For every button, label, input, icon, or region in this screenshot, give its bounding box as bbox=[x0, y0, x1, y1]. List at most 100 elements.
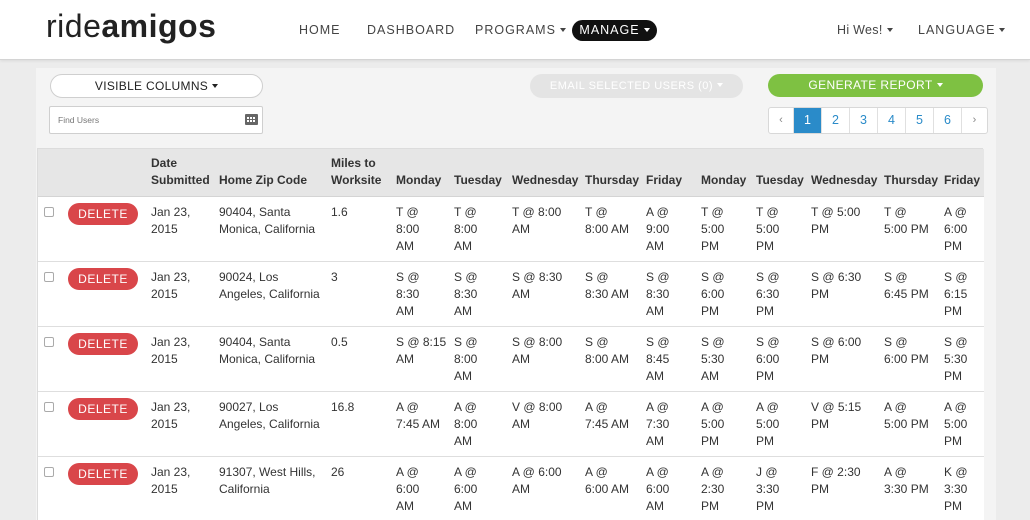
table-cell-line: 90404, Santa bbox=[219, 205, 291, 219]
table-cell-line: 6:45 PM bbox=[884, 287, 929, 301]
table-cell-line: 3 bbox=[331, 270, 338, 284]
column-header[interactable]: Wednesday bbox=[811, 155, 877, 189]
column-header[interactable]: Monday bbox=[701, 155, 746, 189]
generate-report-label: GENERATE REPORT bbox=[808, 78, 933, 92]
table-cell-line: AM bbox=[646, 304, 664, 318]
table-cell-line: Jan 23, bbox=[151, 335, 191, 349]
email-selected-users-button[interactable]: EMAIL SELECTED USERS (0) bbox=[530, 74, 743, 98]
email-selected-label: EMAIL SELECTED USERS (0) bbox=[549, 80, 714, 92]
row-select-checkbox[interactable] bbox=[44, 207, 54, 217]
row-select-checkbox[interactable] bbox=[44, 272, 54, 282]
table-cell-line: California bbox=[219, 482, 270, 496]
column-header[interactable]: Date Submitted bbox=[151, 155, 210, 189]
table-row: DELETE Jan 23, 2015 90024, Los Angeles, Cali… bbox=[38, 262, 984, 327]
table-cell-line: S @ bbox=[646, 270, 670, 284]
delete-button[interactable]: DELETE bbox=[68, 463, 138, 485]
table-cell: F @ 2:30 PM bbox=[811, 464, 861, 498]
table-cell: S @ 8:30 AM bbox=[585, 269, 629, 303]
pagination-page-5[interactable]: 5 bbox=[906, 108, 934, 133]
table-cell-line: 8:00 AM bbox=[585, 222, 630, 236]
table-cell-line: PM bbox=[756, 434, 774, 448]
table-cell-line: PM bbox=[944, 434, 962, 448]
column-header[interactable]: Friday bbox=[944, 155, 980, 189]
pagination-page-4[interactable]: 4 bbox=[878, 108, 906, 133]
table-cell-line: 90024, Los bbox=[219, 270, 279, 284]
table-cell-line: 6:30 bbox=[756, 287, 780, 301]
nav-programs[interactable]: PROGRAMS bbox=[475, 23, 566, 37]
delete-button[interactable]: DELETE bbox=[68, 333, 138, 355]
table-cell-line: V @ 8:00 bbox=[512, 400, 563, 414]
column-header-line: Friday bbox=[646, 173, 683, 187]
column-header-line: Date bbox=[151, 156, 178, 170]
column-header[interactable]: Friday bbox=[646, 155, 682, 189]
table-cell-line: 2:30 bbox=[701, 482, 725, 496]
table-cell: A @ 2:30 PM bbox=[701, 464, 724, 515]
column-header[interactable]: Tuesday bbox=[454, 155, 502, 189]
column-header[interactable]: Monday bbox=[396, 155, 441, 189]
table-cell-line: AM bbox=[454, 499, 472, 513]
table-cell-line: Jan 23, bbox=[151, 400, 191, 414]
find-users-field[interactable] bbox=[49, 106, 263, 134]
delete-button[interactable]: DELETE bbox=[68, 268, 138, 290]
nav-manage[interactable]: MANAGE bbox=[572, 20, 657, 41]
row-select-checkbox[interactable] bbox=[44, 337, 54, 347]
table-cell-line: 5:00 bbox=[701, 222, 725, 236]
pagination-prev[interactable]: ‹ bbox=[769, 108, 794, 133]
table-cell-line: 0.5 bbox=[331, 335, 348, 349]
table-cell-line: AM bbox=[454, 434, 472, 448]
nav-home[interactable]: HOME bbox=[299, 23, 341, 37]
rideamigos-logo[interactable]: rideamigos bbox=[46, 8, 216, 45]
table-cell: T @ 8:00 AM bbox=[454, 204, 477, 255]
row-select-checkbox[interactable] bbox=[44, 402, 54, 412]
column-header-line: Wednesday bbox=[512, 173, 579, 187]
delete-button[interactable]: DELETE bbox=[68, 203, 138, 225]
pagination-page-6[interactable]: 6 bbox=[934, 108, 962, 133]
table-cell: V @ 8:00 AM bbox=[512, 399, 562, 433]
column-header[interactable]: Home Zip Code bbox=[219, 155, 307, 189]
table-cell: S @ 8:30 AM bbox=[646, 269, 670, 320]
column-header-line: Thursday bbox=[585, 173, 640, 187]
table-cell: 90027, Los Angeles, California bbox=[219, 399, 320, 433]
column-header[interactable]: Thursday bbox=[884, 155, 938, 189]
table-cell-line: AM bbox=[646, 239, 664, 253]
keyboard-icon[interactable] bbox=[245, 114, 258, 125]
table-cell: A @ 3:30 PM bbox=[884, 464, 929, 498]
row-select-checkbox[interactable] bbox=[44, 467, 54, 477]
column-header[interactable]: Wednesday bbox=[512, 155, 578, 189]
pagination-page-1[interactable]: 1 bbox=[794, 108, 822, 133]
language-menu[interactable]: LANGUAGE bbox=[918, 23, 1006, 37]
table-cell-line: 8:45 bbox=[646, 352, 670, 366]
table-cell-line: S @ 6:00 bbox=[811, 335, 862, 349]
column-header-line: Miles to bbox=[331, 156, 376, 170]
table-cell-line: A @ bbox=[884, 465, 907, 479]
table-cell-line: A @ bbox=[585, 400, 608, 414]
table-cell-line: 8:30 bbox=[646, 287, 670, 301]
generate-report-button[interactable]: GENERATE REPORT bbox=[768, 74, 983, 97]
column-header-line bbox=[512, 155, 578, 172]
nav-dashboard[interactable]: DASHBOARD bbox=[367, 23, 455, 37]
table-cell-line: S @ bbox=[454, 335, 478, 349]
column-header-line: Thursday bbox=[884, 173, 939, 187]
find-users-input[interactable] bbox=[50, 107, 240, 133]
column-header[interactable]: Thursday bbox=[585, 155, 639, 189]
nav-manage-label: MANAGE bbox=[579, 23, 640, 37]
chevron-down-icon bbox=[212, 83, 219, 88]
table-cell: S @ 8:00 AM bbox=[512, 334, 562, 368]
pagination-page-2[interactable]: 2 bbox=[822, 108, 850, 133]
table-cell: 0.5 bbox=[331, 334, 348, 351]
pagination-page-3[interactable]: 3 bbox=[850, 108, 878, 133]
table-cell-line: S @ 6:30 bbox=[811, 270, 862, 284]
user-menu[interactable]: Hi Wes! bbox=[837, 23, 893, 37]
delete-button[interactable]: DELETE bbox=[68, 398, 138, 420]
column-header[interactable]: Tuesday bbox=[756, 155, 804, 189]
pagination-next[interactable]: › bbox=[962, 108, 987, 133]
chevron-down-icon bbox=[936, 82, 943, 87]
table-cell-line: 8:30 bbox=[396, 287, 420, 301]
table-cell-line: S @ bbox=[884, 335, 908, 349]
table-cell-line: PM bbox=[756, 369, 774, 383]
table-cell: Jan 23, 2015 bbox=[151, 269, 190, 303]
visible-columns-button[interactable]: VISIBLE COLUMNS bbox=[50, 74, 263, 98]
column-header[interactable]: Miles to Worksite bbox=[331, 155, 381, 189]
table-cell: T @ 5:00 PM bbox=[756, 204, 779, 255]
table-cell-line: AM bbox=[512, 222, 530, 236]
